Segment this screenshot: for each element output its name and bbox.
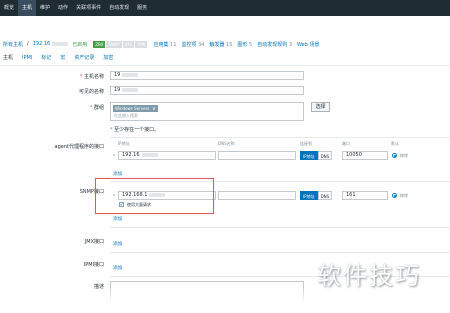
link-graphs-count: 5 — [249, 41, 253, 48]
redacted-text — [122, 72, 139, 77]
host-breadcrumb-bar: 所有主机 / 192.16 已启用 ZBX SNMP JMX IPMI 应用集 … — [0, 34, 450, 54]
nav-discovery[interactable]: 自动发现 — [105, 0, 133, 16]
agent-interface-label: agent代理程序的接口 — [54, 144, 104, 150]
nav-maintenance[interactable]: 维护 — [36, 0, 54, 16]
link-applications-count: 11 — [170, 41, 177, 48]
agent-dns-input[interactable] — [218, 151, 296, 160]
watermark-text: 软件技巧 — [317, 262, 421, 290]
select-groups-button[interactable]: 选择 — [311, 102, 330, 112]
required-mark: * — [110, 127, 113, 133]
jmx-availability-badge: JMX — [122, 40, 135, 48]
snmp-add-link[interactable]: 添加 — [113, 216, 122, 222]
ipmi-add-link[interactable]: 添加 — [113, 265, 122, 271]
nav-services[interactable]: 服务 — [133, 0, 151, 16]
link-discovery-rules[interactable]: 自动发现规则 3 — [257, 41, 292, 48]
hostname-label-text: 主机名称 — [83, 74, 104, 80]
tab-tags[interactable]: 标记 — [41, 54, 51, 62]
agent-connect-ip[interactable]: IP地址 — [300, 151, 318, 160]
redacted-text — [122, 87, 139, 92]
hostname-value: 19 — [114, 72, 121, 78]
link-web-scenarios[interactable]: Web 场景 — [297, 41, 320, 48]
remove-tag-icon[interactable]: × — [152, 106, 155, 111]
jmx-add-link[interactable]: 添加 — [113, 241, 122, 247]
interface-required-note: * 至少存在一个接口。 — [110, 126, 159, 133]
snmp-connect-ip[interactable]: IP地址 — [300, 191, 318, 200]
jmx-interface-label: JMX接口 — [84, 239, 104, 245]
snmp-highlight-box — [95, 178, 214, 214]
groups-label-text: 群组 — [93, 105, 104, 111]
snmp-connect-dns[interactable]: DNS — [317, 191, 333, 200]
tab-encryption[interactable]: 加密 — [103, 54, 113, 62]
hostname-input[interactable]: 19 — [110, 71, 304, 80]
snmp-availability-badge: SNMP — [106, 40, 122, 48]
host-status-enabled[interactable]: 已启用 — [72, 41, 87, 48]
required-mark: * — [89, 105, 93, 111]
agent-port-input[interactable]: 10050 — [342, 151, 388, 160]
link-items[interactable]: 监控项 34 — [181, 41, 204, 48]
redacted-text — [52, 41, 69, 46]
snmp-default-radio[interactable] — [392, 193, 397, 198]
group-tag-windows-servers: Windows Servers × — [113, 105, 158, 112]
nav-hosts[interactable]: 主机 — [18, 0, 37, 16]
agent-add-link[interactable]: 添加 — [113, 171, 122, 177]
required-mark: * — [79, 74, 83, 80]
link-triggers-label: 触发器 — [209, 41, 225, 48]
breadcrumb-host-name: 192.16 — [32, 41, 51, 47]
snmp-dns-input[interactable] — [218, 191, 296, 200]
visible-name-input[interactable]: 19 — [110, 86, 304, 95]
visible-name-label: 可见的名称 — [78, 89, 104, 95]
bottom-fade-overlay — [0, 287, 322, 313]
hostname-label: * 主机名称 — [0, 73, 104, 80]
breadcrumb-all-hosts[interactable]: 所有主机 — [3, 41, 23, 48]
link-discovery-label: 自动发现规则 — [257, 41, 288, 48]
breadcrumb-separator: / — [27, 41, 29, 47]
group-tag-label: Windows Servers — [115, 106, 150, 111]
snmp-connect-toggle: IP地址 DNS — [300, 191, 333, 200]
drag-handle-icon[interactable] — [113, 154, 115, 156]
link-triggers-count: 15 — [226, 41, 233, 48]
snmp-remove-link[interactable]: 移除 — [400, 193, 408, 199]
ipmi-availability-badge: IPMI — [135, 40, 148, 48]
link-items-count: 34 — [198, 41, 205, 48]
tab-macros[interactable]: 宏 — [60, 54, 65, 62]
nav-overview[interactable]: 概览 — [0, 0, 18, 16]
agent-connect-dns[interactable]: DNS — [317, 151, 333, 160]
nav-actions[interactable]: 动作 — [54, 0, 72, 16]
link-items-label: 监控项 — [181, 41, 197, 48]
link-applications-label: 应用集 — [153, 41, 169, 48]
host-form-tabs: 主机 IPMI 标记 宏 资产记录 加密 — [0, 54, 450, 66]
snmp-interface-label: SNMP接口 — [79, 189, 104, 195]
link-graphs[interactable]: 图形 5 — [237, 41, 252, 48]
snmp-port-input[interactable]: 161 — [342, 191, 388, 200]
top-navigation: 概览 主机 维护 动作 关联项事件 自动发现 服务 — [0, 0, 450, 16]
jmx-interface-row: 添加 — [110, 228, 450, 253]
groups-search-placeholder[interactable]: 在此输入搜索 — [114, 113, 138, 119]
zbx-availability-badge: ZBX — [93, 40, 106, 48]
tab-inventory[interactable]: 资产记录 — [74, 54, 94, 62]
agent-ip-value: 192.16 — [122, 152, 140, 158]
link-triggers[interactable]: 触发器 15 — [209, 41, 232, 48]
interface-required-text: 至少存在一个接口。 — [114, 127, 160, 133]
breadcrumb-host[interactable]: 192.16 — [33, 41, 69, 47]
tab-host[interactable]: 主机 — [3, 54, 13, 62]
nav-correlation[interactable]: 关联项事件 — [72, 0, 105, 16]
link-graphs-label: 图形 — [237, 41, 248, 48]
agent-default-radio[interactable] — [392, 153, 397, 158]
agent-ip-input[interactable]: 192.16 — [118, 151, 216, 160]
link-applications[interactable]: 应用集 11 — [153, 41, 176, 48]
redacted-text — [141, 152, 158, 157]
ipmi-interface-label: IPMI接口 — [83, 262, 104, 268]
groups-multiselect[interactable]: Windows Servers × 在此输入搜索 — [110, 102, 304, 121]
agent-interface-row: 192.16 IP地址 DNS 10050 移除 添加 — [110, 147, 450, 182]
tab-ipmi[interactable]: IPMI — [22, 54, 32, 62]
link-discovery-count: 3 — [288, 41, 293, 48]
visible-name-value: 19 — [114, 87, 121, 93]
agent-connect-toggle: IP地址 DNS — [300, 151, 333, 160]
agent-remove-link[interactable]: 移除 — [400, 153, 408, 159]
groups-label: * 群组 — [0, 104, 104, 111]
main-menu: 概览 主机 维护 动作 关联项事件 自动发现 服务 — [0, 0, 151, 16]
